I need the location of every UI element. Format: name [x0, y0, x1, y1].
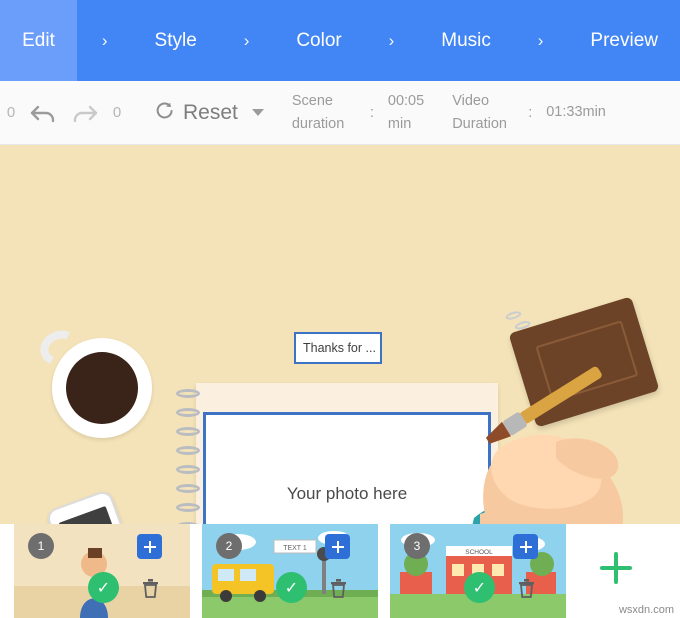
caret-down-icon[interactable]: [251, 109, 264, 116]
scene-duration-value-unit: min: [387, 115, 412, 132]
photo-placeholder-label: Your photo here: [286, 484, 408, 503]
check-icon[interactable]: ✓: [464, 572, 495, 603]
scene-number-badge-1: 1: [28, 533, 54, 559]
video-duration-label: Video Duration: [452, 90, 524, 135]
scene-thumbnail-1[interactable]: 1 ✓: [14, 524, 190, 618]
nav-step-music-label: Music: [441, 29, 491, 51]
scene-duration-label: Scene duration: [292, 90, 366, 135]
reset-button[interactable]: Reset: [154, 101, 238, 125]
step-navigation: Edit › Style › Color › Music › Preview: [0, 0, 680, 81]
scene-duration-value-time: 00:05: [387, 93, 425, 110]
scene-number-badge-2: 2: [216, 533, 242, 559]
add-scene-button[interactable]: [572, 524, 660, 612]
scene-number-badge-3: 3: [404, 533, 430, 559]
refresh-icon: [154, 101, 174, 124]
video-duration-label-line1: Video: [452, 93, 490, 110]
photo-placeholder[interactable]: Your photo here: [203, 412, 491, 524]
trash-icon[interactable]: [515, 574, 538, 601]
nav-step-preview[interactable]: Preview: [568, 0, 680, 81]
add-scene-icon[interactable]: [513, 534, 538, 559]
video-duration-field: Video Duration : 01:33min: [452, 90, 606, 135]
nav-separator-4: ›: [513, 0, 569, 81]
check-icon[interactable]: ✓: [276, 572, 307, 603]
watermark: wsxdn.com: [618, 604, 674, 616]
chevron-right-icon: ›: [101, 30, 108, 50]
chevron-right-icon: ›: [243, 30, 250, 50]
redo-arrow-icon[interactable]: [64, 101, 106, 125]
nav-separator-3: ›: [364, 0, 420, 81]
nav-step-preview-label: Preview: [590, 29, 658, 51]
scene-canvas[interactable]: Your photo here Thanks for ...: [0, 145, 680, 524]
nav-step-color-label: Color: [296, 29, 342, 51]
smartphone-icon: [44, 488, 148, 524]
undo-arrow-icon[interactable]: [22, 101, 64, 125]
undo-count: 0: [6, 104, 16, 121]
nav-separator-1: ›: [77, 0, 133, 81]
nav-step-edit[interactable]: Edit: [0, 0, 77, 81]
redo-count: 0: [112, 104, 122, 121]
scene-duration-field[interactable]: Scene duration : 00:05 min: [292, 90, 424, 135]
scene-thumbnail-2[interactable]: TEXT 1 2 ✓: [202, 524, 378, 618]
add-scene-icon[interactable]: [325, 534, 350, 559]
svg-text:TEXT 1: TEXT 1: [283, 545, 307, 552]
scene-thumbnail-3[interactable]: SCHOOL 3 ✓: [390, 524, 566, 618]
scene-duration-value: 00:05 min: [388, 90, 424, 135]
reset-label: Reset: [183, 100, 238, 124]
video-duration-colon: :: [528, 104, 533, 121]
chevron-right-icon: ›: [388, 30, 395, 50]
add-scene-icon[interactable]: [137, 534, 162, 559]
editor-toolbar: 0 0 Reset Scene duration : 00:05 min Vid…: [0, 81, 680, 145]
scene-duration-label-line2: duration: [291, 115, 345, 132]
nav-step-color[interactable]: Color: [274, 0, 363, 81]
scene-duration-colon: :: [369, 104, 374, 121]
plus-icon-horizontal: [600, 566, 632, 570]
trash-icon[interactable]: [327, 574, 350, 601]
text-element-box[interactable]: Thanks for ...: [294, 332, 382, 364]
trash-icon[interactable]: [139, 574, 162, 601]
check-icon[interactable]: ✓: [88, 572, 119, 603]
video-duration-label-line2: Duration: [452, 115, 507, 132]
nav-step-style-label: Style: [154, 29, 197, 51]
coffee-cup-icon: [52, 338, 152, 438]
nav-step-music[interactable]: Music: [419, 0, 513, 81]
nav-separator-2: ›: [219, 0, 275, 81]
video-duration-value: 01:33min: [546, 104, 606, 121]
nav-step-edit-label: Edit: [22, 29, 55, 51]
svg-text:SCHOOL: SCHOOL: [465, 549, 493, 556]
notepad-rings-icon: [176, 389, 202, 524]
scene-duration-label-line1: Scene: [291, 93, 333, 110]
chevron-right-icon: ›: [537, 30, 544, 50]
scene-filmstrip: 1 ✓ TEXT 1 2 ✓ SCHOOL 3 ✓ wsxdn.com: [0, 524, 680, 618]
hand-with-paintbrush-illustration: [460, 290, 680, 524]
text-element-value: Thanks for ...: [303, 341, 376, 355]
nav-step-style[interactable]: Style: [133, 0, 219, 81]
